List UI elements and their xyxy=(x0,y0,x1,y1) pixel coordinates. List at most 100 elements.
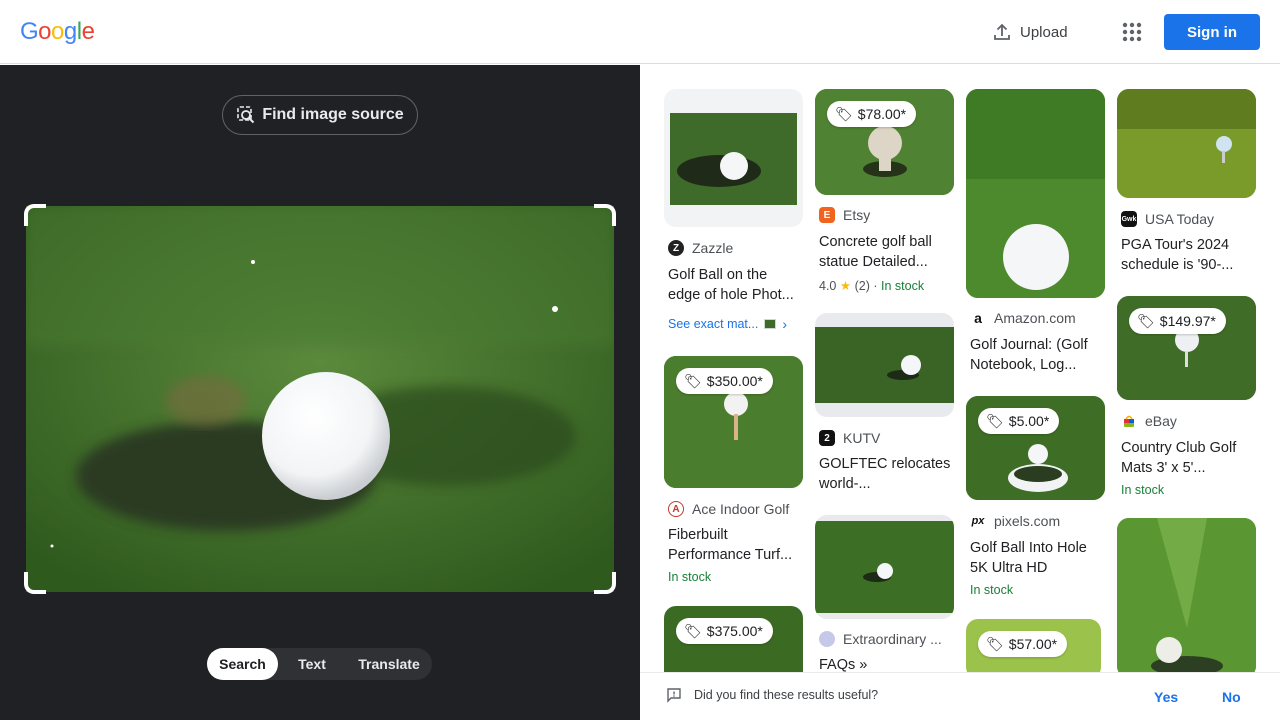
result-card[interactable]: 🏷 $57.00* xyxy=(966,619,1105,672)
result-card[interactable]: Z Zazzle Golf Ball on the edge of hole P… xyxy=(664,89,803,332)
price-label: $78.00* xyxy=(857,106,907,122)
price-label: $5.00* xyxy=(1008,413,1050,429)
result-source: eBay xyxy=(1121,413,1177,429)
tag-icon: 🏷 xyxy=(835,105,853,122)
result-thumbnail[interactable]: 🏷 $149.97* xyxy=(1117,296,1256,400)
result-title[interactable]: Golf Ball on the edge of hole Phot... xyxy=(668,265,803,305)
result-title[interactable]: Concrete golf ball statue Detailed... xyxy=(819,232,954,272)
query-image-panel: Find image source Search Text Translate xyxy=(0,65,640,720)
feedback-yes-button[interactable]: Yes xyxy=(1154,689,1178,705)
amazon-favicon: a xyxy=(970,310,986,326)
sign-in-button[interactable]: Sign in xyxy=(1164,14,1260,50)
tag-icon: 🏷 xyxy=(986,635,1004,652)
mode-translate-tab[interactable]: Translate xyxy=(346,648,432,680)
result-title[interactable]: PGA Tour's 2024 schedule is '90-... xyxy=(1121,235,1256,275)
result-thumbnail[interactable]: 🏷 $78.00* xyxy=(815,89,954,195)
crop-corner-bottom-left[interactable] xyxy=(24,572,46,594)
etsy-favicon: E xyxy=(819,207,835,223)
usa-today-favicon: Gwk xyxy=(1121,211,1137,227)
google-logo[interactable]: Google xyxy=(20,18,95,46)
result-source: Gwk USA Today xyxy=(1121,211,1214,227)
result-thumbnail[interactable]: 🏷 $5.00* xyxy=(966,396,1105,500)
stock-status: In stock xyxy=(1121,483,1165,497)
tag-icon: 🏷 xyxy=(1137,312,1155,329)
result-thumbnail[interactable] xyxy=(815,515,954,619)
rating-value: 4.0 xyxy=(819,279,837,293)
result-card[interactable]: Gwk USA Today PGA Tour's 2024 schedule i… xyxy=(1117,89,1256,289)
find-image-source-button[interactable]: Find image source xyxy=(222,95,418,135)
result-thumbnail[interactable]: 🏷 $57.00* xyxy=(966,619,1101,672)
rating-row: 4.0 ★ (2) · In stock xyxy=(819,278,924,293)
price-label: $350.00* xyxy=(706,373,763,389)
result-card[interactable]: 2 KUTV GOLFTEC relocates world-... xyxy=(815,313,954,503)
tag-icon: 🏷 xyxy=(684,372,702,389)
price-label: $57.00* xyxy=(1008,636,1058,652)
upload-icon xyxy=(994,23,1010,40)
source-name: USA Today xyxy=(1145,211,1215,227)
feedback-no-button[interactable]: No xyxy=(1222,689,1241,705)
result-thumbnail[interactable] xyxy=(1117,518,1256,672)
logo-letter: o xyxy=(51,18,64,45)
result-thumbnail[interactable] xyxy=(966,89,1105,298)
tag-icon: 🏷 xyxy=(684,622,702,639)
mode-search-tab[interactable]: Search xyxy=(207,648,278,680)
stock-status: In stock xyxy=(668,570,712,584)
result-source: Z Zazzle xyxy=(668,240,733,256)
result-card[interactable]: 🏷 $5.00* px pixels.com Golf Ball Into Hol… xyxy=(966,396,1105,606)
result-card[interactable]: Extraordinary ... FAQs » xyxy=(815,515,954,672)
logo-letter: G xyxy=(20,18,39,45)
kutv-favicon: 2 xyxy=(819,430,835,446)
exact-match-thumbnail-icon xyxy=(764,319,777,329)
source-name: KUTV xyxy=(843,430,881,446)
tag-icon: 🏷 xyxy=(986,412,1004,429)
upload-label: Upload xyxy=(1020,23,1068,41)
result-card[interactable]: 🏷 $375.00* xyxy=(664,606,803,672)
result-card[interactable]: 🏷 $78.00* E Etsy Concrete golf ball statu… xyxy=(815,89,954,299)
result-title[interactable]: FAQs » xyxy=(819,655,954,672)
logo-letter: o xyxy=(38,18,52,45)
find-image-source-label: Find image source xyxy=(262,106,404,123)
result-source: a Amazon.com xyxy=(970,310,1076,326)
ace-indoor-golf-favicon: A xyxy=(668,501,684,517)
price-label: $375.00* xyxy=(706,623,763,639)
result-title[interactable]: Golf Ball Into Hole 5K Ultra HD xyxy=(970,538,1105,578)
result-thumbnail[interactable]: 🏷 $375.00* xyxy=(664,606,803,672)
result-card[interactable] xyxy=(1117,518,1256,672)
price-badge: 🏷 $375.00* xyxy=(676,618,773,644)
result-title[interactable]: Golf Journal: (Golf Notebook, Log... xyxy=(970,335,1105,375)
result-source: A Ace Indoor Golf xyxy=(668,501,789,517)
crop-corner-top-left[interactable] xyxy=(24,204,46,226)
result-title[interactable]: Country Club Golf Mats 3' x 5'... xyxy=(1121,438,1256,478)
result-card[interactable]: 🏷 $149.97* eBay Country Club Golf Mats 3'… xyxy=(1117,296,1256,506)
query-image[interactable] xyxy=(26,206,614,592)
source-name: Etsy xyxy=(843,207,871,223)
star-icon: ★ xyxy=(839,279,852,293)
top-bar: Google Upload Sign in xyxy=(0,0,1280,64)
result-thumbnail[interactable]: 🏷 $350.00* xyxy=(664,356,803,488)
price-badge: 🏷 $149.97* xyxy=(1129,308,1226,334)
result-card[interactable]: 🏷 $350.00* A Ace Indoor Golf Fiberbuilt P… xyxy=(664,356,803,586)
result-title[interactable]: GOLFTEC relocates world-... xyxy=(819,454,954,494)
mode-text-tab[interactable]: Text xyxy=(278,648,346,680)
see-exact-matches-link[interactable]: See exact mat... › xyxy=(668,316,787,332)
chevron-right-icon: › xyxy=(782,316,787,332)
result-title[interactable]: Fiberbuilt Performance Turf... xyxy=(668,525,803,565)
feedback-question-text: Did you find these results useful? xyxy=(694,688,879,702)
result-card[interactable]: a Amazon.com Golf Journal: (Golf Noteboo… xyxy=(966,89,1105,379)
crop-corner-bottom-right[interactable] xyxy=(594,572,616,594)
upload-button[interactable]: Upload xyxy=(992,20,1068,44)
source-name: Amazon.com xyxy=(994,310,1076,326)
mode-switcher: Search Text Translate xyxy=(207,648,432,680)
pixels-favicon: px xyxy=(970,513,986,529)
result-thumbnail[interactable] xyxy=(1117,89,1256,198)
price-badge: 🏷 $57.00* xyxy=(978,631,1068,657)
result-thumbnail[interactable] xyxy=(664,89,803,227)
logo-letter: e xyxy=(81,18,95,45)
separator-dot: · xyxy=(873,279,878,293)
price-badge: 🏷 $78.00* xyxy=(827,101,917,127)
visual-matches-results: Z Zazzle Golf Ball on the edge of hole P… xyxy=(640,65,1280,672)
apps-grid-icon[interactable] xyxy=(1120,20,1144,44)
price-badge: 🏷 $5.00* xyxy=(978,408,1060,434)
result-thumbnail[interactable] xyxy=(815,313,954,417)
crop-corner-top-right[interactable] xyxy=(594,204,616,226)
